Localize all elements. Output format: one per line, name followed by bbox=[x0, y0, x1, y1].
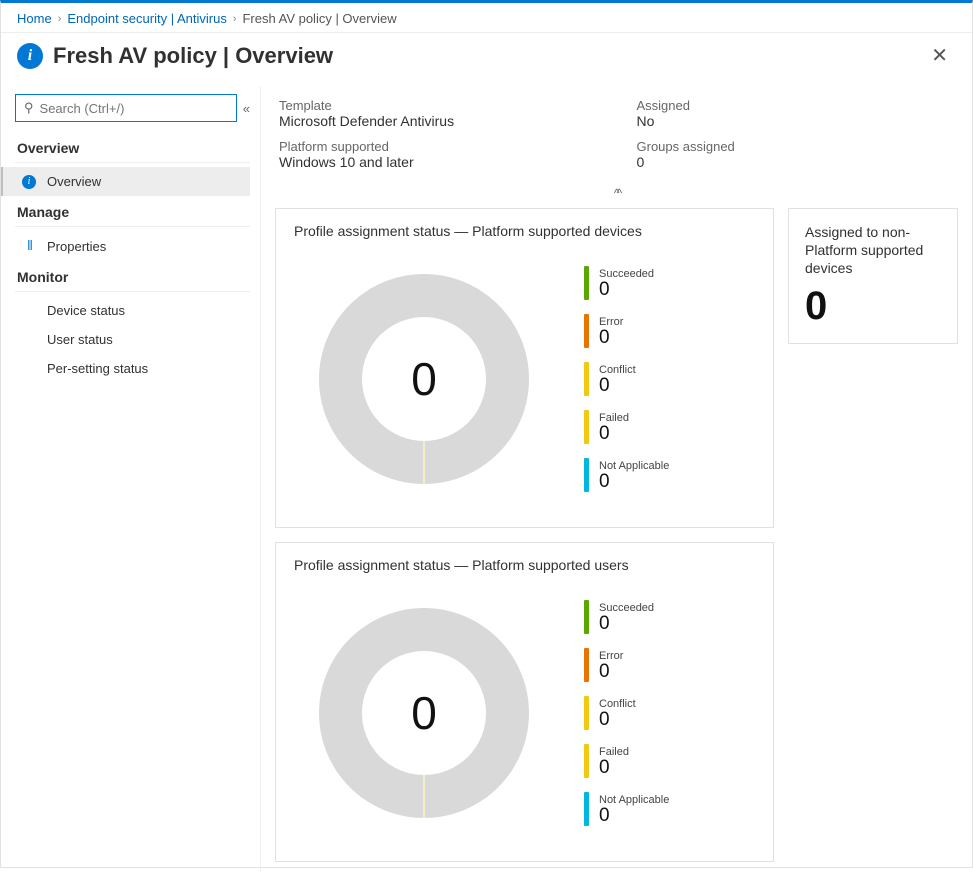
sidebar-item-overview[interactable]: i Overview bbox=[1, 167, 250, 196]
collapse-sidebar-button[interactable]: « bbox=[243, 101, 250, 116]
legend-item: Failed0 bbox=[584, 744, 669, 778]
donut-chart-devices: 0 bbox=[294, 249, 554, 509]
legend-value: 0 bbox=[599, 806, 669, 825]
breadcrumb-endpoint-security[interactable]: Endpoint security | Antivirus bbox=[67, 11, 226, 26]
essentials-label: Platform supported bbox=[279, 139, 597, 154]
breadcrumb: Home › Endpoint security | Antivirus › F… bbox=[1, 3, 972, 33]
legend-value: 0 bbox=[599, 662, 623, 681]
legend-value: 0 bbox=[599, 472, 669, 491]
legend-label: Not Applicable bbox=[599, 794, 669, 806]
legend-color-bar bbox=[584, 696, 589, 730]
legend-label: Not Applicable bbox=[599, 460, 669, 472]
legend-color-bar bbox=[584, 362, 589, 396]
legend-color-bar bbox=[584, 648, 589, 682]
info-icon: i bbox=[21, 175, 37, 189]
sidebar-item-device-status[interactable]: Device status bbox=[15, 296, 250, 325]
legend-label: Error bbox=[599, 316, 623, 328]
legend-value: 0 bbox=[599, 614, 654, 633]
search-box[interactable]: ⚲ bbox=[15, 94, 237, 122]
search-input[interactable] bbox=[40, 101, 228, 116]
title-bar: i Fresh AV policy | Overview ✕ bbox=[1, 33, 972, 86]
legend-value: 0 bbox=[599, 328, 623, 347]
legend-item: Conflict0 bbox=[584, 696, 669, 730]
legend-color-bar bbox=[584, 792, 589, 826]
sidebar-item-per-setting-status[interactable]: Per-setting status bbox=[15, 354, 250, 383]
sliders-icon: ⦀ bbox=[21, 238, 37, 254]
essentials-value: Windows 10 and later bbox=[279, 154, 597, 170]
search-icon: ⚲ bbox=[24, 100, 34, 116]
sidebar-item-properties[interactable]: ⦀ Properties bbox=[15, 231, 250, 261]
card-title: Profile assignment status — Platform sup… bbox=[294, 557, 755, 573]
sidebar-item-user-status[interactable]: User status bbox=[15, 325, 250, 354]
legend-value: 0 bbox=[599, 424, 629, 443]
status-card-users: Profile assignment status — Platform sup… bbox=[275, 542, 774, 862]
close-button[interactable]: ✕ bbox=[923, 39, 956, 72]
nav-group-monitor: Monitor bbox=[15, 261, 250, 292]
sidebar: ⚲ « Overview i Overview Manage ⦀ Propert… bbox=[1, 86, 261, 872]
page-title: Fresh AV policy | Overview bbox=[53, 43, 923, 69]
status-card-devices: Profile assignment status — Platform sup… bbox=[275, 208, 774, 528]
legend-value: 0 bbox=[599, 376, 636, 395]
legend-item: Not Applicable0 bbox=[584, 458, 669, 492]
essentials-label: Template bbox=[279, 98, 597, 113]
nav-group-overview: Overview bbox=[15, 132, 250, 163]
legend-value: 0 bbox=[599, 758, 629, 777]
chevron-right-icon: › bbox=[233, 13, 237, 25]
info-icon: i bbox=[17, 43, 43, 69]
main-content: Template Microsoft Defender Antivirus Pl… bbox=[261, 86, 972, 872]
legend-item: Error0 bbox=[584, 648, 669, 682]
side-card-value: 0 bbox=[805, 284, 941, 329]
sidebar-item-label: Device status bbox=[47, 303, 125, 318]
essentials-label: Groups assigned bbox=[637, 139, 955, 154]
essentials-panel: Template Microsoft Defender Antivirus Pl… bbox=[279, 98, 954, 180]
legend-item: Failed0 bbox=[584, 410, 669, 444]
essentials-label: Assigned bbox=[637, 98, 955, 113]
legend-item: Not Applicable0 bbox=[584, 792, 669, 826]
legend-item: Succeeded0 bbox=[584, 266, 669, 300]
breadcrumb-current: Fresh AV policy | Overview bbox=[242, 11, 396, 26]
legend-label: Succeeded bbox=[599, 268, 654, 280]
donut-total: 0 bbox=[294, 583, 554, 843]
chevron-right-icon: › bbox=[58, 13, 62, 25]
nav-group-manage: Manage bbox=[15, 196, 250, 227]
card-title: Profile assignment status — Platform sup… bbox=[294, 223, 755, 239]
legend-label: Failed bbox=[599, 412, 629, 424]
legend-color-bar bbox=[584, 458, 589, 492]
sidebar-item-label: Overview bbox=[47, 174, 101, 189]
donut-total: 0 bbox=[294, 249, 554, 509]
side-card-non-platform[interactable]: Assigned to non-Platform supported devic… bbox=[788, 208, 958, 344]
legend-color-bar bbox=[584, 600, 589, 634]
legend-value: 0 bbox=[599, 280, 654, 299]
sidebar-item-label: Properties bbox=[47, 239, 106, 254]
legend-color-bar bbox=[584, 266, 589, 300]
sidebar-item-label: User status bbox=[47, 332, 113, 347]
essentials-value: Microsoft Defender Antivirus bbox=[279, 113, 597, 129]
breadcrumb-home[interactable]: Home bbox=[17, 11, 52, 26]
legend-value: 0 bbox=[599, 710, 636, 729]
legend-item: Error0 bbox=[584, 314, 669, 348]
legend-label: Failed bbox=[599, 746, 629, 758]
legend-color-bar bbox=[584, 314, 589, 348]
legend-color-bar bbox=[584, 744, 589, 778]
legend-label: Conflict bbox=[599, 364, 636, 376]
legend-label: Succeeded bbox=[599, 602, 654, 614]
essentials-value: 0 bbox=[637, 154, 955, 170]
sidebar-item-label: Per-setting status bbox=[47, 361, 148, 376]
collapse-essentials-button[interactable]: ^^ bbox=[275, 186, 958, 200]
essentials-value: No bbox=[637, 113, 955, 129]
legend-item: Succeeded0 bbox=[584, 600, 669, 634]
legend-users: Succeeded0Error0Conflict0Failed0Not Appl… bbox=[584, 600, 669, 826]
legend-item: Conflict0 bbox=[584, 362, 669, 396]
legend-color-bar bbox=[584, 410, 589, 444]
legend-devices: Succeeded0Error0Conflict0Failed0Not Appl… bbox=[584, 266, 669, 492]
side-card-title: Assigned to non-Platform supported devic… bbox=[805, 223, 941, 278]
donut-chart-users: 0 bbox=[294, 583, 554, 843]
legend-label: Conflict bbox=[599, 698, 636, 710]
legend-label: Error bbox=[599, 650, 623, 662]
